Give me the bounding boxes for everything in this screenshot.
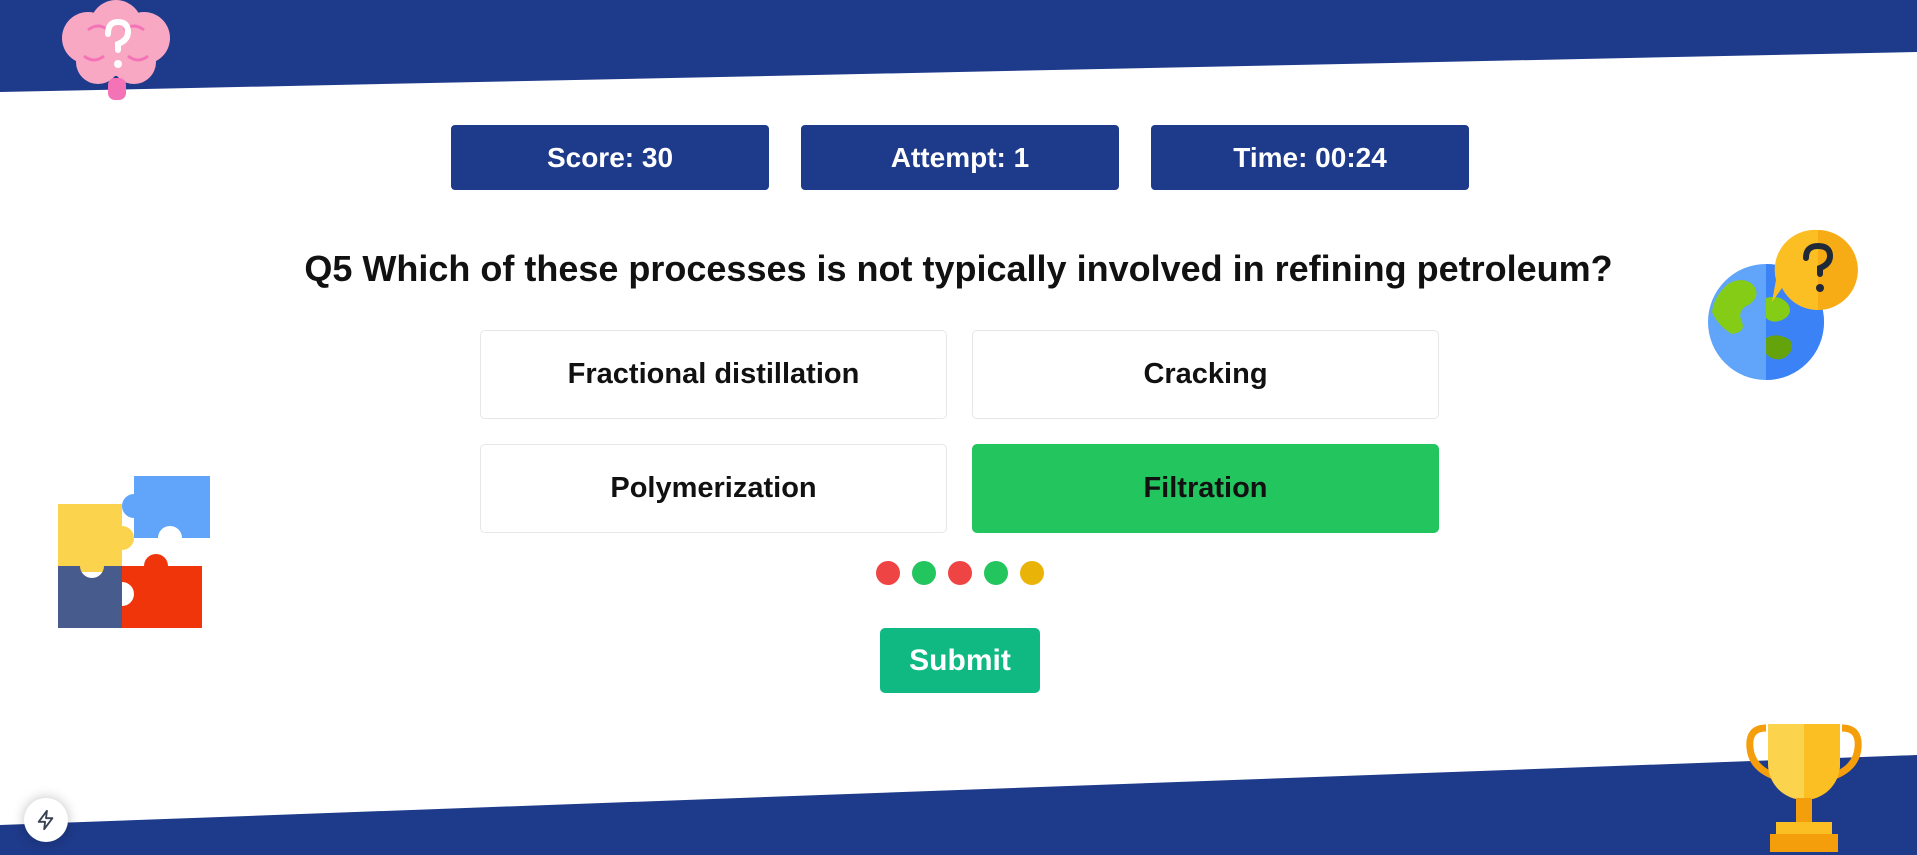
progress-dots xyxy=(876,561,1044,585)
answer-option-filtration[interactable]: Filtration xyxy=(972,444,1439,533)
trophy-icon xyxy=(1746,724,1862,852)
quiz-page: Score: 30 Attempt: 1 Time: 00:24 Q5 Whic… xyxy=(0,0,1917,855)
answer-option-polymerization[interactable]: Polymerization xyxy=(480,444,947,533)
answer-options: Fractional distillation Cracking Polymer… xyxy=(480,330,1440,533)
dev-tools-button[interactable] xyxy=(24,798,68,842)
timer-display: Time: 00:24 xyxy=(1151,125,1469,190)
progress-dot xyxy=(912,561,936,585)
submit-button[interactable]: Submit xyxy=(880,628,1040,693)
stats-bar: Score: 30 Attempt: 1 Time: 00:24 xyxy=(451,125,1469,190)
question-text: Q5 Which of these processes is not typic… xyxy=(304,248,1613,289)
progress-dot xyxy=(1020,561,1044,585)
bolt-icon xyxy=(37,809,54,831)
top-banner xyxy=(0,0,1917,92)
score-display: Score: 30 xyxy=(451,125,769,190)
answer-option-cracking[interactable]: Cracking xyxy=(972,330,1439,419)
attempt-display: Attempt: 1 xyxy=(801,125,1119,190)
puzzle-icon xyxy=(58,476,210,628)
brain-question-icon xyxy=(62,0,170,100)
progress-dot xyxy=(984,561,1008,585)
progress-dot xyxy=(948,561,972,585)
answer-option-fractional-distillation[interactable]: Fractional distillation xyxy=(480,330,947,419)
bottom-banner xyxy=(0,755,1917,855)
progress-dot xyxy=(876,561,900,585)
